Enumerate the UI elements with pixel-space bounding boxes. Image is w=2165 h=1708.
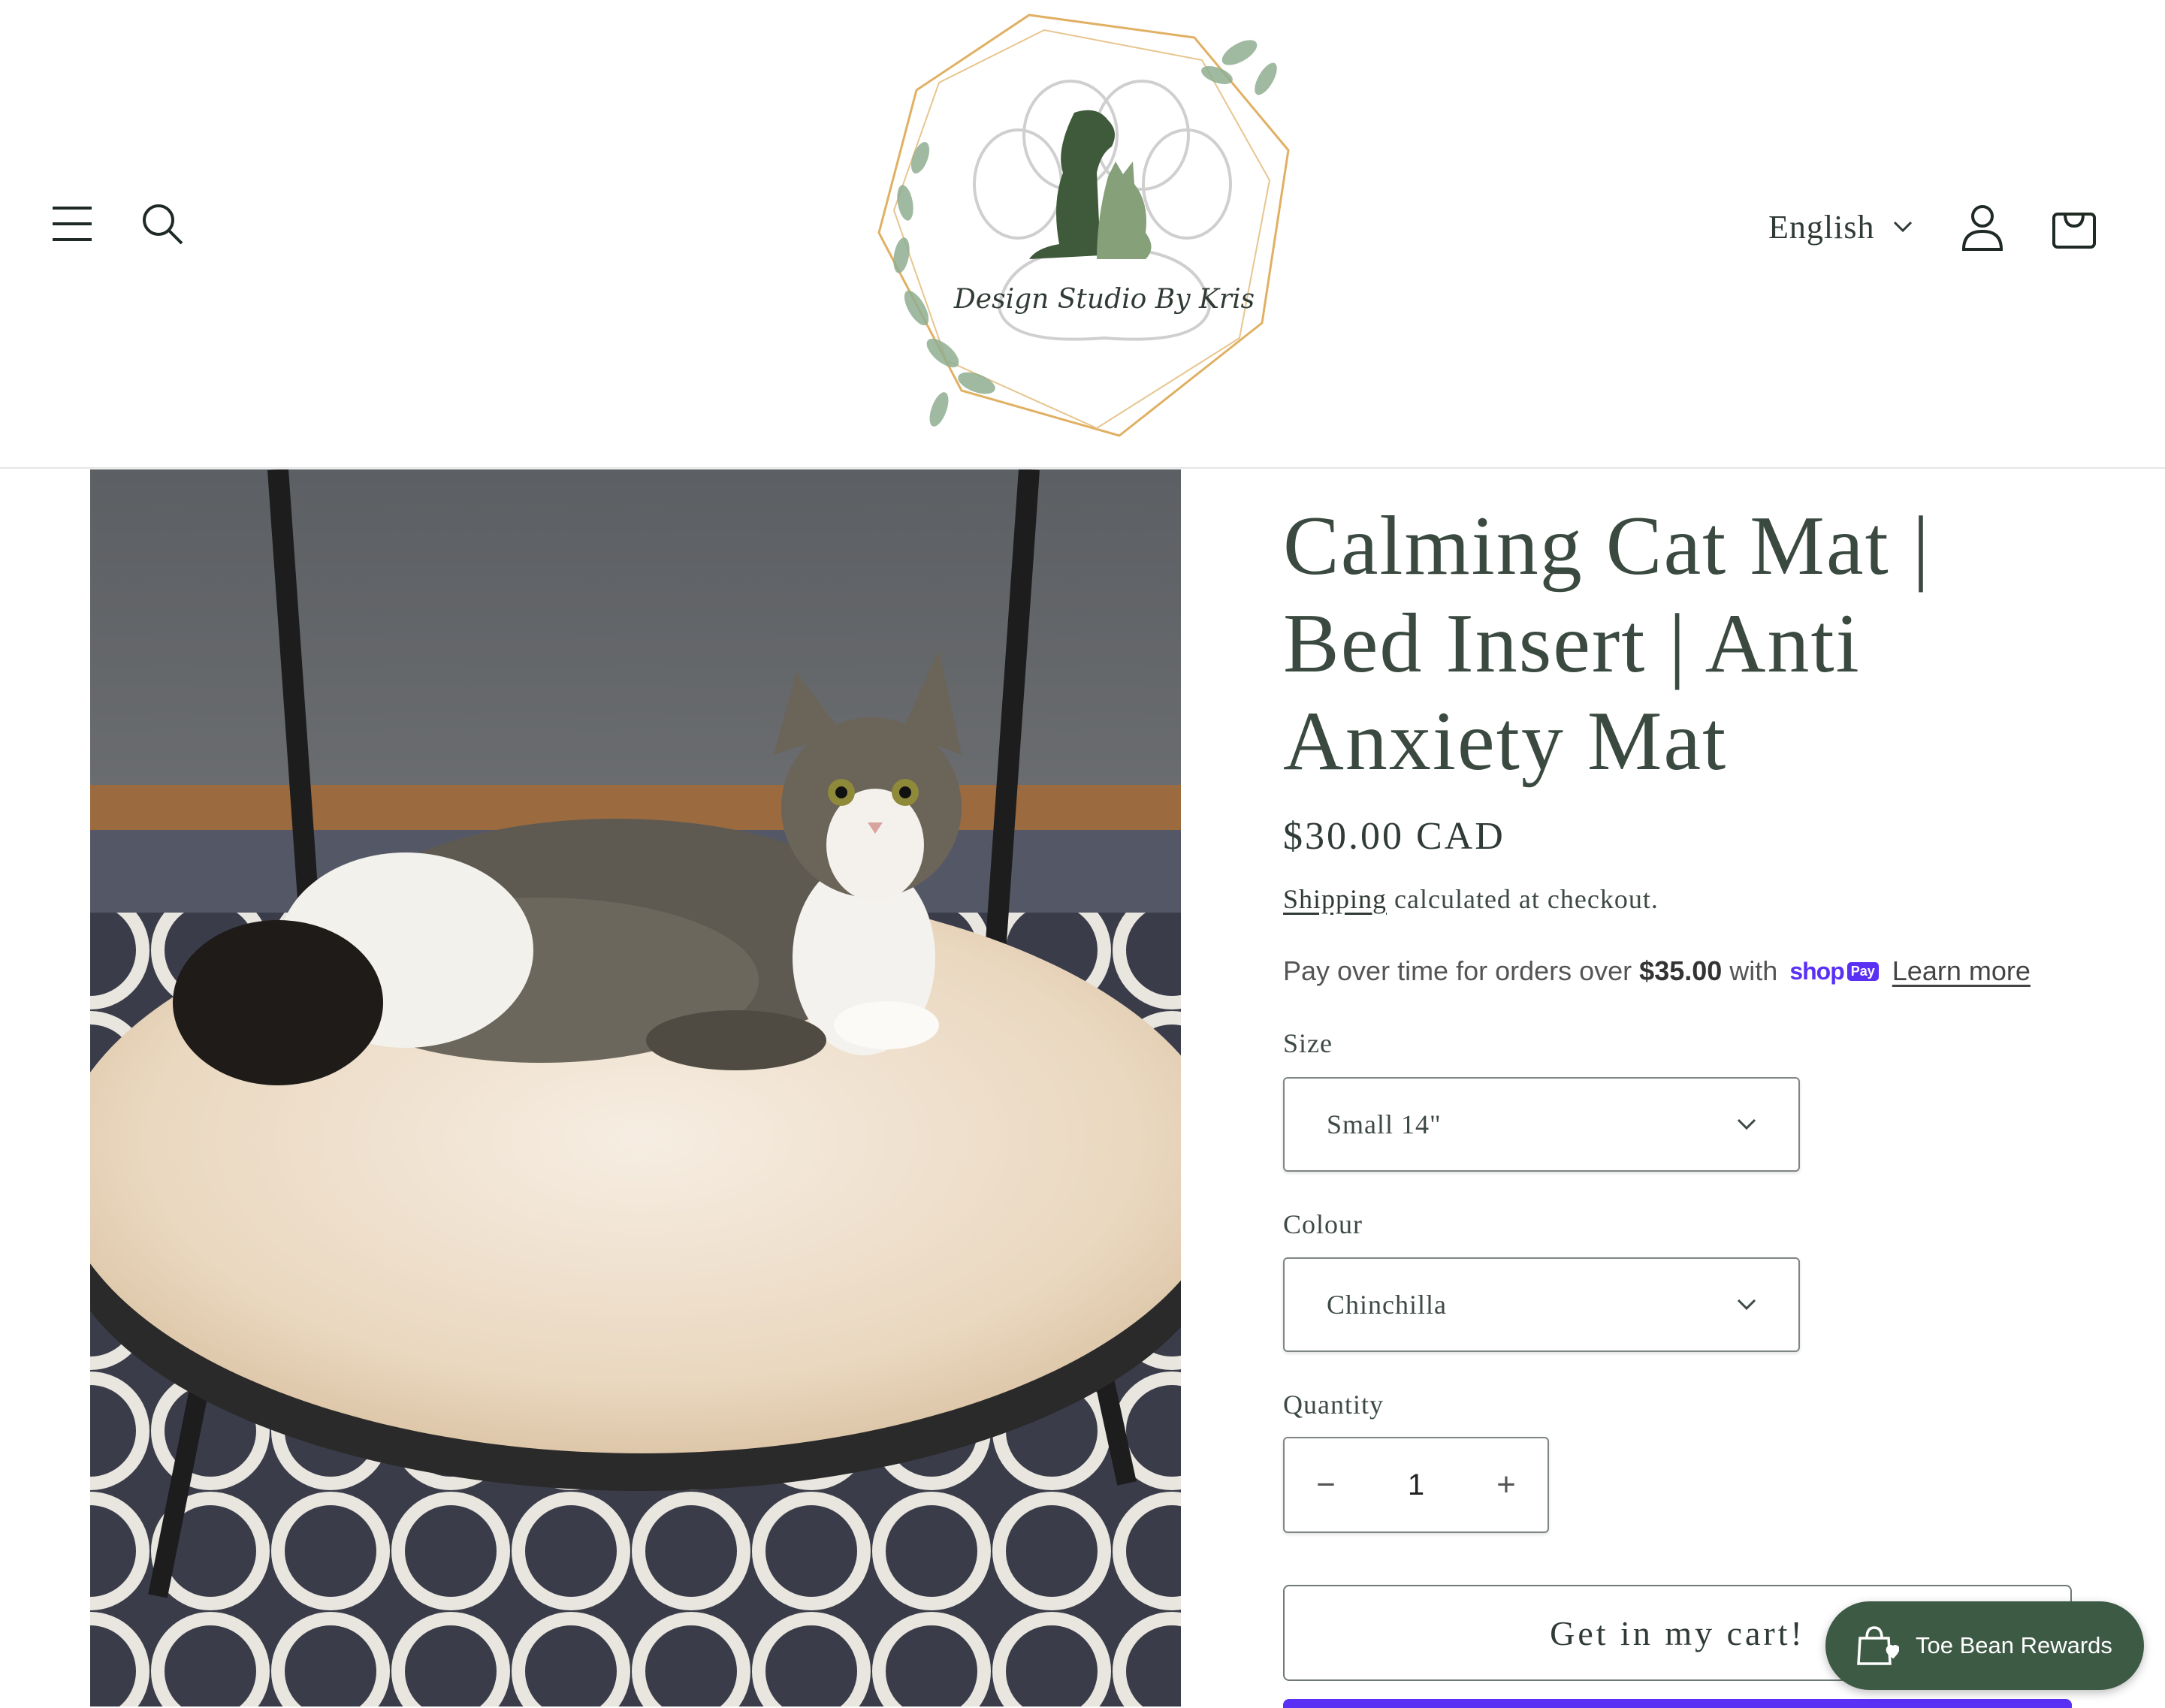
size-select[interactable]: Small 14" xyxy=(1283,1077,1800,1172)
chevron-down-icon xyxy=(1894,221,1913,233)
product-title-line: Bed Insert | Anti xyxy=(1283,597,1861,690)
chevron-down-icon xyxy=(1737,1299,1756,1311)
shop-pay-logo: shop Pay xyxy=(1789,957,1879,985)
menu-icon[interactable] xyxy=(45,197,99,251)
shipping-note: Shipping calculated at checkout. xyxy=(1283,883,1659,915)
account-icon[interactable] xyxy=(1956,201,2009,254)
colour-select-value: Chinchilla xyxy=(1327,1290,1447,1320)
shipping-link[interactable]: Shipping xyxy=(1283,884,1387,914)
colour-label: Colour xyxy=(1283,1209,1363,1239)
product-photo xyxy=(90,469,1181,1706)
shop-pay-badge: Pay xyxy=(1846,961,1879,981)
installments-amount: $35.00 xyxy=(1639,955,1723,986)
shop-pay-word: shop xyxy=(1789,957,1844,985)
shipping-text: calculated at checkout. xyxy=(1387,884,1659,914)
site-header: Design Studio By Kris English xyxy=(0,0,2165,469)
product-price: $30.00 CAD xyxy=(1283,815,1505,858)
size-select-value: Small 14" xyxy=(1327,1109,1442,1139)
rewards-launcher[interactable]: Toe Bean Rewards xyxy=(1825,1601,2144,1690)
brand-logo[interactable]: Design Studio By Kris xyxy=(849,8,1315,458)
quantity-input[interactable]: 1 xyxy=(1367,1468,1465,1502)
increase-quantity-button[interactable]: + xyxy=(1465,1438,1548,1531)
cart-icon[interactable] xyxy=(2046,200,2102,255)
product-info: Calming Cat Mat | Bed Insert | Anti Anxi… xyxy=(1283,481,2109,790)
search-icon[interactable] xyxy=(135,197,189,251)
language-label: English xyxy=(1768,208,1875,246)
product-title-line: Calming Cat Mat | xyxy=(1283,499,1931,593)
svg-text:Design Studio By Kris: Design Studio By Kris xyxy=(953,284,1255,315)
shop-pay-buy-button[interactable] xyxy=(1283,1699,2072,1708)
product-title-line: Anxiety Mat xyxy=(1283,695,1728,788)
installments-with: with xyxy=(1729,955,1778,986)
quantity-stepper: − 1 + xyxy=(1283,1437,1549,1533)
rewards-label: Toe Bean Rewards xyxy=(1916,1632,2112,1658)
shopping-bag-heart-icon xyxy=(1857,1626,1899,1665)
decrease-quantity-button[interactable]: − xyxy=(1285,1438,1367,1531)
product-image[interactable] xyxy=(90,469,1181,1706)
quantity-label: Quantity xyxy=(1283,1390,1384,1420)
size-label: Size xyxy=(1283,1028,1333,1058)
installments-banner: Pay over time for orders over $35.00 wit… xyxy=(1283,955,2031,987)
learn-more-link[interactable]: Learn more xyxy=(1892,955,2031,987)
product-title: Calming Cat Mat | Bed Insert | Anti Anxi… xyxy=(1283,497,2109,790)
colour-select[interactable]: Chinchilla xyxy=(1283,1257,1800,1352)
installments-prefix: Pay over time for orders over xyxy=(1283,955,1632,986)
language-selector[interactable]: English xyxy=(1768,204,1913,249)
add-to-cart-label: Get in my cart! xyxy=(1550,1613,1805,1652)
chevron-down-icon xyxy=(1737,1118,1756,1130)
